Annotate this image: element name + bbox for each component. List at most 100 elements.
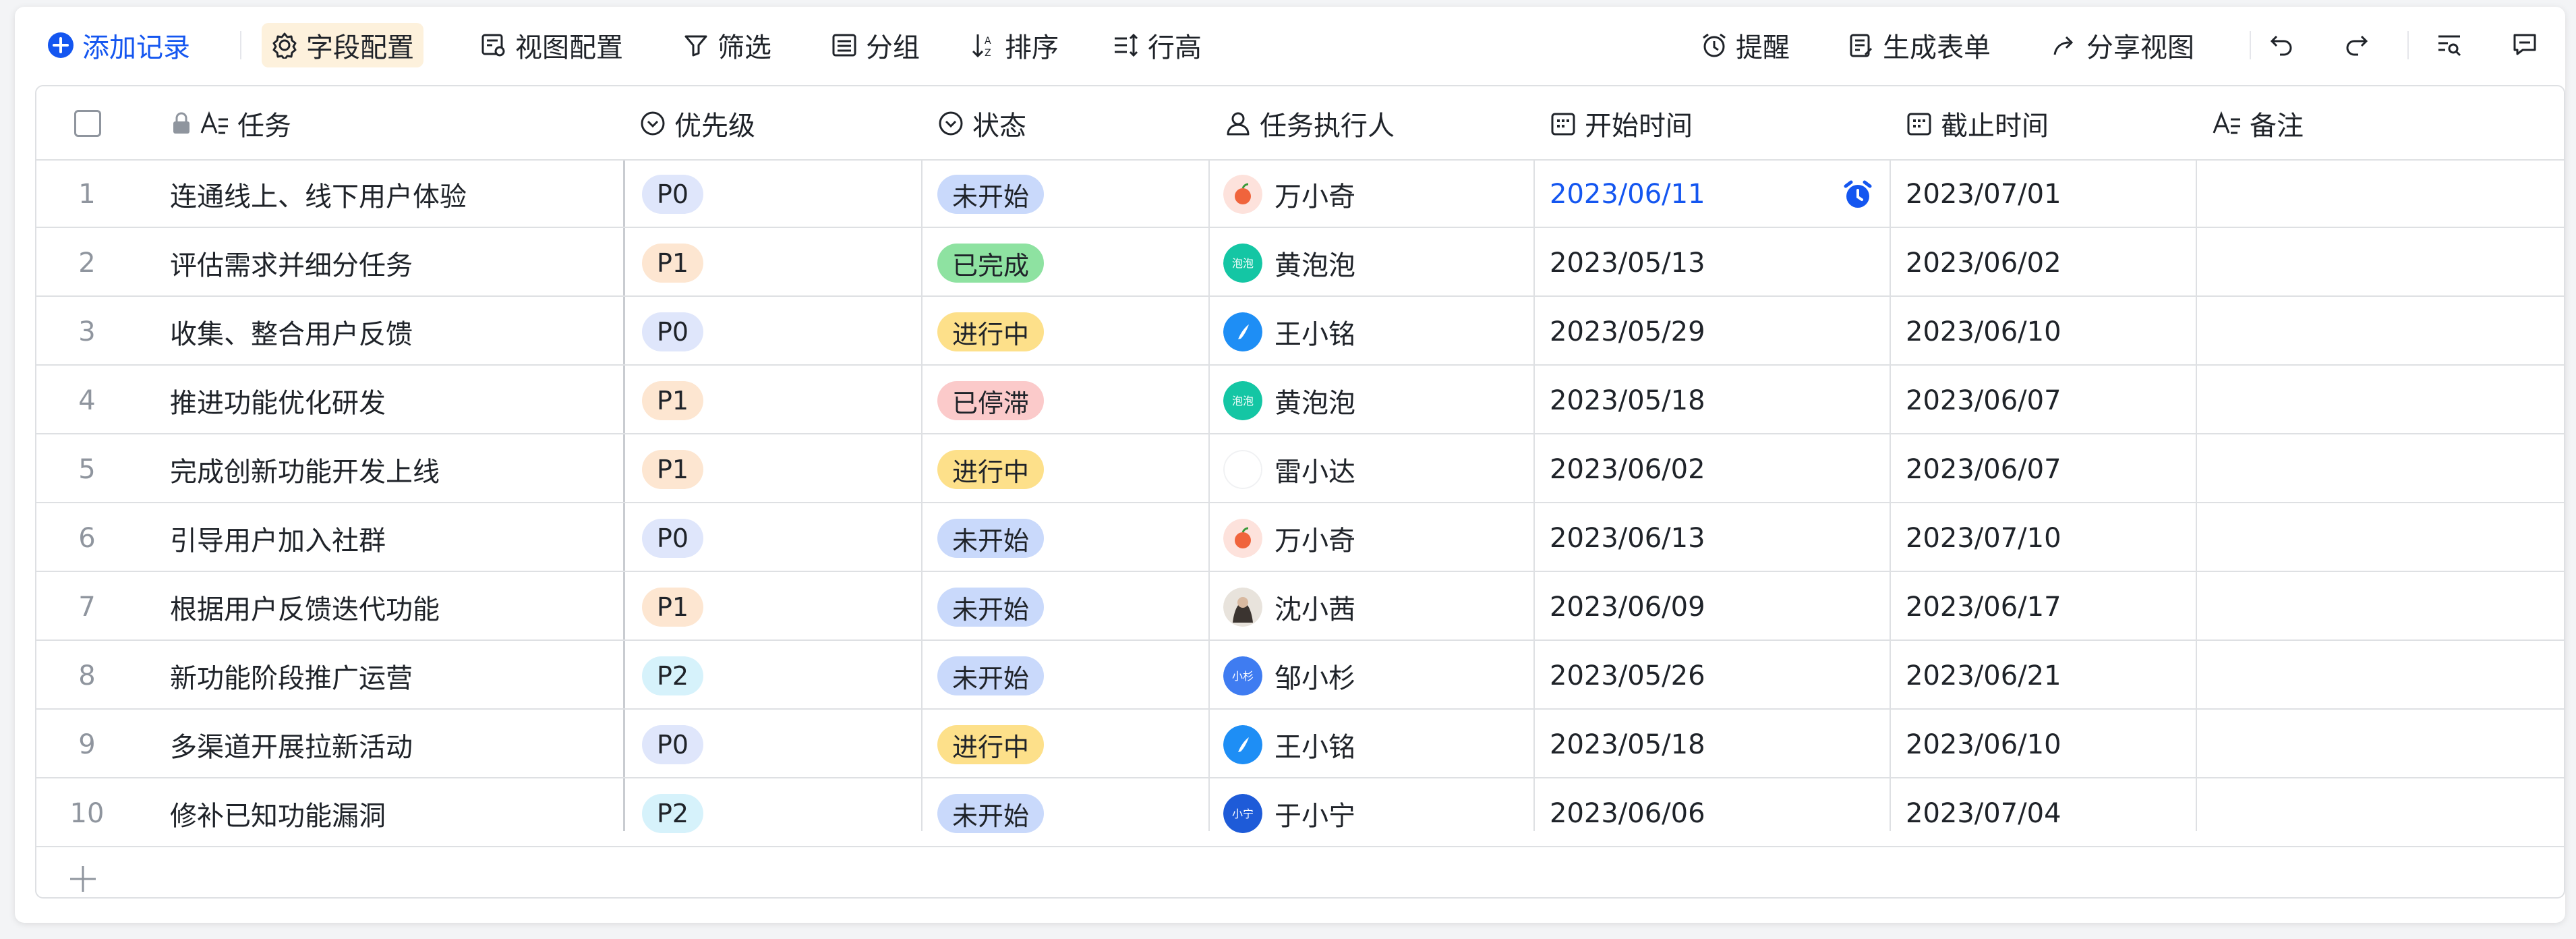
assignee-cell[interactable]: 小宁 于小宁	[1223, 780, 1355, 847]
start-date-cell[interactable]: 2023/05/29	[1550, 298, 1880, 366]
note-cell[interactable]	[2197, 298, 2561, 366]
column-header-start[interactable]: 开始时间	[1533, 86, 1693, 161]
start-date-cell[interactable]: 2023/05/18	[1550, 711, 1880, 778]
end-date-cell[interactable]: 2023/06/02	[1906, 229, 2061, 297]
start-date-cell[interactable]: 2023/06/13	[1550, 505, 1880, 572]
priority-cell[interactable]: P0	[642, 711, 704, 778]
priority-cell[interactable]: P1	[642, 436, 704, 503]
generate-form-button[interactable]: 生成表单	[1838, 23, 2000, 67]
status-cell[interactable]: 进行中	[937, 711, 1045, 778]
note-cell[interactable]	[2197, 711, 2561, 778]
note-cell[interactable]	[2197, 367, 2561, 434]
add-row-button[interactable]	[67, 863, 98, 894]
table-row[interactable]: 10 修补已知功能漏洞 P2 未开始 小宁 于小宁 2023/06/06 202…	[36, 780, 2564, 847]
table-row[interactable]: 4 推进功能优化研发 P1 已停滞 泡泡 黄泡泡 2023/05/18 2023…	[36, 367, 2564, 434]
table-row[interactable]: 7 根据用户反馈迭代功能 P1 未开始 沈小茜 2023/06/09 2023/…	[36, 573, 2564, 641]
table-row[interactable]: 6 引导用户加入社群 P0 未开始 万小奇 2023/06/13 2023/07…	[36, 505, 2564, 572]
column-header-note[interactable]: 备注	[2196, 86, 2304, 161]
select-all-checkbox[interactable]	[74, 86, 101, 161]
end-date-cell[interactable]: 2023/07/04	[1906, 780, 2061, 847]
status-cell[interactable]: 未开始	[937, 505, 1045, 572]
note-cell[interactable]	[2197, 436, 2561, 503]
status-cell[interactable]: 已完成	[937, 229, 1045, 297]
table-row[interactable]: 8 新功能阶段推广运营 P2 未开始 小杉 邹小杉 2023/05/26 202…	[36, 642, 2564, 710]
end-date-cell[interactable]: 2023/07/10	[1906, 505, 2061, 572]
status-cell[interactable]: 已停滞	[937, 367, 1045, 434]
assignee-cell[interactable]: 万小奇	[1223, 161, 1355, 228]
filter-button[interactable]: 筛选	[673, 23, 781, 67]
start-date-cell[interactable]: 2023/06/02	[1550, 436, 1880, 503]
priority-cell[interactable]: P0	[642, 161, 704, 228]
assignee-cell[interactable]: 泡泡 黄泡泡	[1223, 229, 1355, 297]
task-cell[interactable]: 多渠道开展拉新活动	[170, 711, 615, 778]
end-date-cell[interactable]: 2023/07/01	[1906, 161, 2061, 228]
priority-cell[interactable]: P0	[642, 298, 704, 366]
end-date-cell[interactable]: 2023/06/07	[1906, 367, 2061, 434]
priority-cell[interactable]: P1	[642, 229, 704, 297]
search-records-button[interactable]	[2430, 26, 2468, 63]
task-cell[interactable]: 连通线上、线下用户体验	[170, 161, 615, 228]
end-date-cell[interactable]: 2023/06/10	[1906, 298, 2061, 366]
table-row[interactable]: 1 连通线上、线下用户体验 P0 未开始 万小奇 2023/06/11 2023…	[36, 161, 2564, 228]
assignee-cell[interactable]: 沈小茜	[1223, 573, 1355, 641]
note-cell[interactable]	[2197, 505, 2561, 572]
assignee-cell[interactable]: 雷小达	[1223, 436, 1355, 503]
end-date-cell[interactable]: 2023/06/17	[1906, 573, 2061, 641]
note-cell[interactable]	[2197, 573, 2561, 641]
view-config-button[interactable]: 视图配置	[471, 23, 633, 67]
note-cell[interactable]	[2197, 780, 2561, 847]
note-cell[interactable]	[2197, 642, 2561, 710]
task-cell[interactable]: 推进功能优化研发	[170, 367, 615, 434]
end-date-cell[interactable]: 2023/06/07	[1906, 436, 2061, 503]
task-cell[interactable]: 评估需求并细分任务	[170, 229, 615, 297]
column-header-priority[interactable]: 优先级	[623, 86, 755, 161]
row-height-button[interactable]: 行高	[1103, 23, 1211, 67]
table-row[interactable]: 3 收集、整合用户反馈 P0 进行中 王小铭 2023/05/29 2023/0…	[36, 298, 2564, 366]
priority-cell[interactable]: P2	[642, 780, 704, 847]
reminder-alarm-icon[interactable]	[1842, 179, 1873, 210]
note-cell[interactable]	[2197, 229, 2561, 297]
task-cell[interactable]: 收集、整合用户反馈	[170, 298, 615, 366]
assignee-cell[interactable]: 万小奇	[1223, 505, 1355, 572]
status-cell[interactable]: 未开始	[937, 642, 1045, 710]
task-cell[interactable]: 根据用户反馈迭代功能	[170, 573, 615, 641]
start-date-cell[interactable]: 2023/06/09	[1550, 573, 1880, 641]
add-record-button[interactable]: 添加记录	[38, 23, 200, 67]
task-cell[interactable]: 新功能阶段推广运营	[170, 642, 615, 710]
start-date-cell[interactable]: 2023/06/06	[1550, 780, 1880, 847]
group-button[interactable]: 分组	[821, 23, 929, 67]
task-cell[interactable]: 引导用户加入社群	[170, 505, 615, 572]
task-cell[interactable]: 修补已知功能漏洞	[170, 780, 615, 847]
priority-cell[interactable]: P1	[642, 367, 704, 434]
assignee-cell[interactable]: 王小铭	[1223, 298, 1355, 366]
sort-button[interactable]: A Z 排序	[960, 23, 1068, 67]
field-config-button[interactable]: 字段配置	[262, 23, 423, 67]
start-date-cell[interactable]: 2023/05/18	[1550, 367, 1880, 434]
table-row[interactable]: 2 评估需求并细分任务 P1 已完成 泡泡 黄泡泡 2023/05/13 202…	[36, 229, 2564, 297]
column-header-assignee[interactable]: 任务执行人	[1208, 86, 1395, 161]
status-cell[interactable]: 未开始	[937, 780, 1045, 847]
assignee-cell[interactable]: 小杉 邹小杉	[1223, 642, 1355, 710]
task-cell[interactable]: 完成创新功能开发上线	[170, 436, 615, 503]
status-cell[interactable]: 进行中	[937, 436, 1045, 503]
share-view-button[interactable]: 分享视图	[2042, 23, 2204, 67]
priority-cell[interactable]: P2	[642, 642, 704, 710]
table-row[interactable]: 9 多渠道开展拉新活动 P0 进行中 王小铭 2023/05/18 2023/0…	[36, 711, 2564, 778]
redo-button[interactable]	[2337, 26, 2375, 63]
start-date-cell[interactable]: 2023/05/13	[1550, 229, 1880, 297]
column-header-end[interactable]: 截止时间	[1890, 86, 2049, 161]
status-cell[interactable]: 未开始	[937, 161, 1045, 228]
start-date-cell[interactable]: 2023/05/26	[1550, 642, 1880, 710]
end-date-cell[interactable]: 2023/06/10	[1906, 711, 2061, 778]
undo-button[interactable]	[2263, 26, 2301, 63]
column-header-status[interactable]: 状态	[921, 86, 1026, 161]
assignee-cell[interactable]: 王小铭	[1223, 711, 1355, 778]
priority-cell[interactable]: P1	[642, 573, 704, 641]
comment-button[interactable]	[2506, 26, 2544, 63]
status-cell[interactable]: 未开始	[937, 573, 1045, 641]
assignee-cell[interactable]: 泡泡 黄泡泡	[1223, 367, 1355, 434]
checkbox[interactable]	[74, 110, 101, 137]
status-cell[interactable]: 进行中	[937, 298, 1045, 366]
table-row[interactable]: 5 完成创新功能开发上线 P1 进行中 雷小达 2023/06/02 2023/…	[36, 436, 2564, 503]
reminder-button[interactable]: 提醒	[1691, 23, 1799, 67]
